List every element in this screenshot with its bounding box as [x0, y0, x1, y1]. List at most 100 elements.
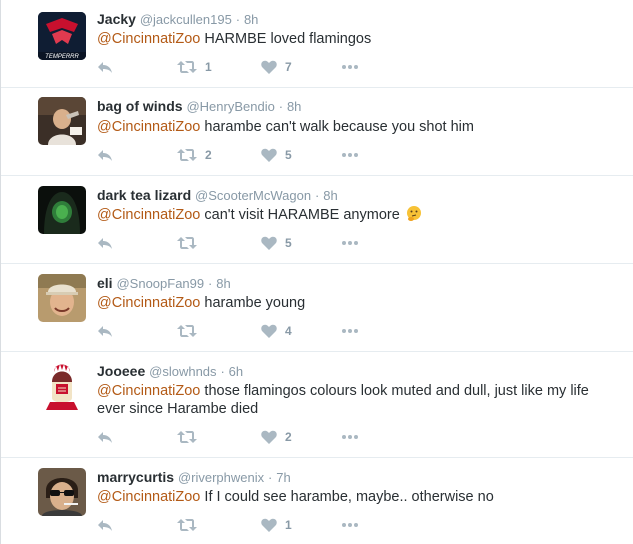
like-count: 5 [285, 148, 292, 162]
heart-icon [261, 236, 277, 250]
reply-button[interactable] [97, 146, 113, 164]
like-button[interactable]: 1 [261, 516, 292, 534]
tweet-text: @CincinnatiZoo HARMBE loved flamingos [97, 30, 597, 48]
tweet-header: dark tea lizard @ScooterMcWagon · 8h [97, 186, 338, 205]
timestamp[interactable]: 8h [244, 12, 258, 27]
avatar[interactable] [38, 468, 86, 516]
more-options-button[interactable] [341, 322, 359, 340]
reply-button[interactable] [97, 234, 113, 252]
more-options-button[interactable] [341, 146, 359, 164]
separator: · [314, 188, 320, 203]
mention-link[interactable]: @CincinnatiZoo [97, 295, 200, 311]
svg-text:TEMPERRR: TEMPERRR [45, 54, 79, 60]
tweet-header: bag of winds @HenryBendio · 8h [97, 97, 301, 116]
retweet-button[interactable] [177, 234, 205, 252]
retweet-button[interactable]: 2 [177, 146, 212, 164]
avatar[interactable] [38, 186, 86, 234]
heart-icon [261, 148, 277, 162]
timestamp[interactable]: 6h [229, 364, 243, 379]
like-button[interactable]: 5 [261, 234, 292, 252]
tweet-body: harambe can't walk because you shot him [200, 119, 474, 135]
username[interactable]: @riverphwenix [178, 470, 264, 485]
tweet-item: TEMPERRR Jacky @jackcullen195 · 8h @Cinc… [1, 0, 633, 88]
avatar[interactable] [38, 362, 86, 410]
more-options-icon [342, 241, 358, 245]
tweet-header: marrycurtis @riverphwenix · 7h [97, 468, 291, 487]
reply-button[interactable] [97, 428, 113, 446]
retweet-icon [177, 325, 197, 337]
display-name[interactable]: dark tea lizard [97, 187, 191, 203]
display-name[interactable]: Jooeee [97, 363, 145, 379]
more-options-icon [342, 65, 358, 69]
tweet-body: harambe young [200, 295, 306, 311]
username[interactable]: @slowhnds [149, 364, 216, 379]
timestamp[interactable]: 8h [216, 276, 230, 291]
like-count: 2 [285, 430, 292, 444]
tweet-text: @CincinnatiZoo If I could see harambe, m… [97, 488, 597, 506]
avatar[interactable] [38, 274, 86, 322]
tweet-item: dark tea lizard @ScooterMcWagon · 8h @Ci… [1, 176, 633, 264]
username[interactable]: @HenryBendio [186, 99, 274, 114]
reply-button[interactable] [97, 58, 113, 76]
tweet-text: @CincinnatiZoo harambe can't walk becaus… [97, 118, 597, 136]
tweet-item: marrycurtis @riverphwenix · 7h @Cincinna… [1, 458, 633, 544]
avatar[interactable] [38, 97, 86, 145]
like-count: 7 [285, 60, 292, 74]
reply-arrow-icon [98, 520, 112, 531]
more-options-icon [342, 329, 358, 333]
username[interactable]: @ScooterMcWagon [195, 188, 311, 203]
tweet-text: @CincinnatiZoo can't visit HARAMBE anymo… [97, 206, 597, 224]
tweet-text: @CincinnatiZoo harambe young [97, 294, 597, 312]
retweet-button[interactable] [177, 322, 205, 340]
like-button[interactable]: 5 [261, 146, 292, 164]
mention-link[interactable]: @CincinnatiZoo [97, 489, 200, 505]
reply-button[interactable] [97, 516, 113, 534]
tweet-item: bag of winds @HenryBendio · 8h @Cincinna… [1, 88, 633, 176]
like-button[interactable]: 2 [261, 428, 292, 446]
retweet-button[interactable] [177, 428, 205, 446]
more-options-button[interactable] [341, 428, 359, 446]
heart-icon [261, 518, 277, 532]
display-name[interactable]: eli [97, 275, 113, 291]
display-name[interactable]: bag of winds [97, 98, 183, 114]
avatar[interactable]: TEMPERRR [38, 12, 86, 60]
retweet-button[interactable] [177, 516, 205, 534]
timestamp[interactable]: 8h [287, 99, 301, 114]
retweet-icon [177, 431, 197, 443]
reply-arrow-icon [98, 62, 112, 73]
more-options-button[interactable] [341, 234, 359, 252]
username[interactable]: @jackcullen195 [140, 12, 232, 27]
mention-link[interactable]: @CincinnatiZoo [97, 383, 200, 399]
retweet-count: 2 [205, 148, 212, 162]
retweet-button[interactable]: 1 [177, 58, 212, 76]
more-options-button[interactable] [341, 516, 359, 534]
mention-link[interactable]: @CincinnatiZoo [97, 207, 200, 223]
thinking-face-emoji [406, 206, 421, 221]
like-button[interactable]: 4 [261, 322, 292, 340]
mention-link[interactable]: @CincinnatiZoo [97, 31, 200, 47]
heart-icon [261, 430, 277, 444]
tweet-item: eli @SnoopFan99 · 8h @CincinnatiZoo hara… [1, 264, 633, 352]
mention-link[interactable]: @CincinnatiZoo [97, 119, 200, 135]
reply-arrow-icon [98, 326, 112, 337]
tweet-header: eli @SnoopFan99 · 8h [97, 274, 231, 293]
like-button[interactable]: 7 [261, 58, 292, 76]
display-name[interactable]: Jacky [97, 11, 136, 27]
more-options-button[interactable] [341, 58, 359, 76]
retweet-count: 1 [205, 60, 212, 74]
retweet-icon [177, 237, 197, 249]
display-name[interactable]: marrycurtis [97, 469, 174, 485]
separator: · [278, 99, 284, 114]
tweet-body: If I could see harambe, maybe.. otherwis… [200, 489, 494, 505]
reply-button[interactable] [97, 322, 113, 340]
retweet-icon [177, 519, 197, 531]
username[interactable]: @SnoopFan99 [116, 276, 204, 291]
tweet-item: Jooeee @slowhnds · 6h @CincinnatiZoo tho… [1, 352, 633, 458]
more-options-icon [342, 435, 358, 439]
separator: · [235, 12, 241, 27]
timestamp[interactable]: 8h [323, 188, 337, 203]
separator: · [268, 470, 273, 485]
like-count: 1 [285, 518, 292, 532]
timestamp[interactable]: 7h [276, 470, 290, 485]
like-count: 5 [285, 236, 292, 250]
